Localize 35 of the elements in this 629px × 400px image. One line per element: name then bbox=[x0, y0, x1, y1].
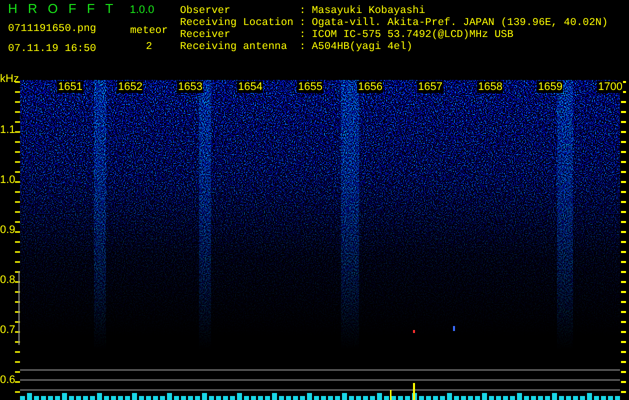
file-name: 0711191650.png bbox=[8, 23, 98, 35]
time-label: 1659 bbox=[537, 81, 564, 93]
time-label: 1700 bbox=[597, 81, 624, 93]
info-value: A504HB(yagi 4el) bbox=[312, 41, 414, 53]
info-separator: : bbox=[299, 5, 306, 17]
frequency-label: 0.6 bbox=[0, 374, 16, 386]
time-label: 1651 bbox=[57, 81, 84, 93]
info-value: Masayuki Kobayashi bbox=[312, 5, 426, 17]
version-label: 1.0.0 bbox=[130, 4, 154, 16]
info-label: Receiving antenna bbox=[180, 41, 288, 53]
meteor-label: meteor bbox=[130, 25, 168, 37]
info-value: ICOM IC-575 53.7492(@LCD)MHz USB bbox=[312, 29, 514, 41]
frequency-label: 1.0 bbox=[0, 174, 16, 186]
axis-unit: kHz bbox=[0, 73, 19, 85]
frequency-label: 0.8 bbox=[0, 274, 16, 286]
frequency-label: 0.9 bbox=[0, 224, 16, 236]
timestamp: 07.11.19 16:50 bbox=[8, 43, 98, 55]
time-label: 1656 bbox=[357, 81, 384, 93]
frequency-label: 0.7 bbox=[0, 324, 16, 336]
info-label: Receiving Location bbox=[180, 17, 294, 29]
info-separator: : bbox=[299, 17, 306, 29]
info-value: Ogata-vill. Akita-Pref. JAPAN (139.96E, 40.02N) bbox=[312, 17, 608, 29]
info-label: Receiver bbox=[180, 29, 232, 41]
time-label: 1655 bbox=[297, 81, 324, 93]
frequency-label: 1.1 bbox=[0, 124, 16, 136]
time-label: 1658 bbox=[477, 81, 504, 93]
time-label: 1654 bbox=[237, 81, 264, 93]
time-label: 1657 bbox=[417, 81, 444, 93]
info-separator: : bbox=[299, 29, 306, 41]
time-label: 1653 bbox=[177, 81, 204, 93]
meteor-count: 2 bbox=[146, 41, 152, 53]
info-label: Observer bbox=[180, 5, 232, 17]
app-title: HROFFT bbox=[8, 3, 124, 15]
time-label: 1652 bbox=[117, 81, 144, 93]
info-separator: : bbox=[299, 41, 306, 53]
